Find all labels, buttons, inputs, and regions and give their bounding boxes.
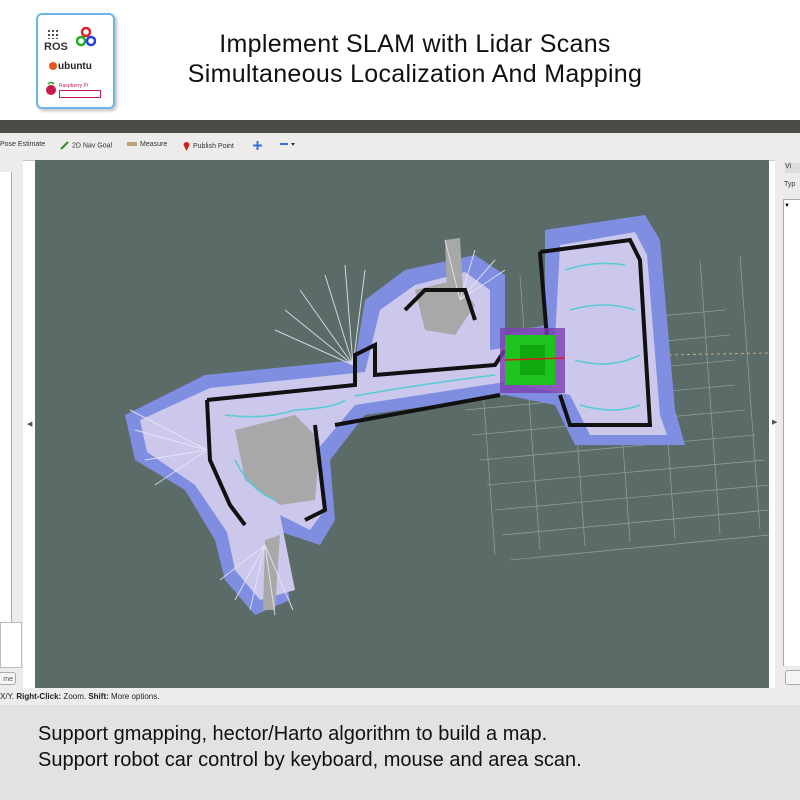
raspberry-pi-label: Raspberry Pi bbox=[59, 83, 88, 89]
opencv-logo-icon bbox=[76, 27, 96, 47]
status-bar: X/Y. Right-Click: Zoom. Shift: More opti… bbox=[0, 688, 800, 705]
caption-line-1: Support gmapping, hector/Harto algorithm… bbox=[38, 723, 548, 745]
displays-tree[interactable] bbox=[0, 172, 12, 623]
views-save-button[interactable] bbox=[785, 670, 800, 685]
raspberry-icon bbox=[46, 81, 56, 95]
move-camera-icon bbox=[253, 141, 262, 150]
move-camera-button[interactable] bbox=[253, 141, 265, 150]
slam-map-render bbox=[125, 215, 769, 616]
page-subtitle: Simultaneous Localization And Mapping bbox=[187, 60, 643, 88]
ruler-icon bbox=[127, 142, 137, 147]
caption-line-2: Support robot car control by keyboard, m… bbox=[38, 749, 582, 771]
pose-estimate-button[interactable]: Pose Estimate bbox=[0, 141, 45, 148]
view-type-label: Typ bbox=[784, 181, 796, 188]
measure-button[interactable]: Measure bbox=[127, 141, 167, 148]
feature-caption: Support gmapping, hector/Harto algorithm… bbox=[0, 705, 800, 800]
page-title: Implement SLAM with Lidar Scans bbox=[219, 30, 611, 58]
remove-display-button[interactable]: me bbox=[0, 672, 16, 685]
minus-dropdown-icon bbox=[280, 143, 295, 147]
raspberry-pi-logo: Raspberry Pi bbox=[45, 81, 105, 99]
logo-badge: ROS ubuntu Raspberry Pi bbox=[36, 13, 115, 109]
nav-goal-arrow-icon bbox=[60, 141, 69, 150]
rviz-3d-view[interactable] bbox=[35, 160, 769, 688]
ubuntu-circle-icon bbox=[49, 62, 57, 70]
views-list[interactable] bbox=[783, 211, 800, 666]
display-description bbox=[0, 622, 22, 668]
ubuntu-logo-text: ubuntu bbox=[49, 61, 92, 72]
raspberry-pi-label-box bbox=[59, 90, 101, 98]
window-titlebar bbox=[0, 120, 800, 133]
laser-scan-cluster bbox=[500, 328, 566, 393]
rviz-toolbar: Pose Estimate 2D Nav Goal Measure Publis… bbox=[0, 133, 800, 161]
banner-header: ROS ubuntu Raspberry Pi Implement SLAM w… bbox=[0, 0, 800, 120]
nav-goal-button[interactable]: 2D Nav Goal bbox=[60, 141, 112, 150]
ros-logo-text: ROS bbox=[44, 41, 68, 53]
publish-point-button[interactable]: Publish Point bbox=[183, 141, 234, 151]
collapse-left-icon[interactable]: ◀ bbox=[27, 420, 32, 428]
views-panel: Vi Typ ▼ ▶ bbox=[772, 160, 800, 688]
ros-dots-icon bbox=[47, 29, 59, 39]
displays-panel: me bbox=[0, 160, 23, 688]
collapse-right-icon[interactable]: ▶ bbox=[772, 418, 777, 426]
map-pin-icon bbox=[183, 142, 190, 151]
add-tool-dropdown[interactable] bbox=[280, 141, 299, 148]
views-tab[interactable]: Vi bbox=[785, 163, 800, 173]
